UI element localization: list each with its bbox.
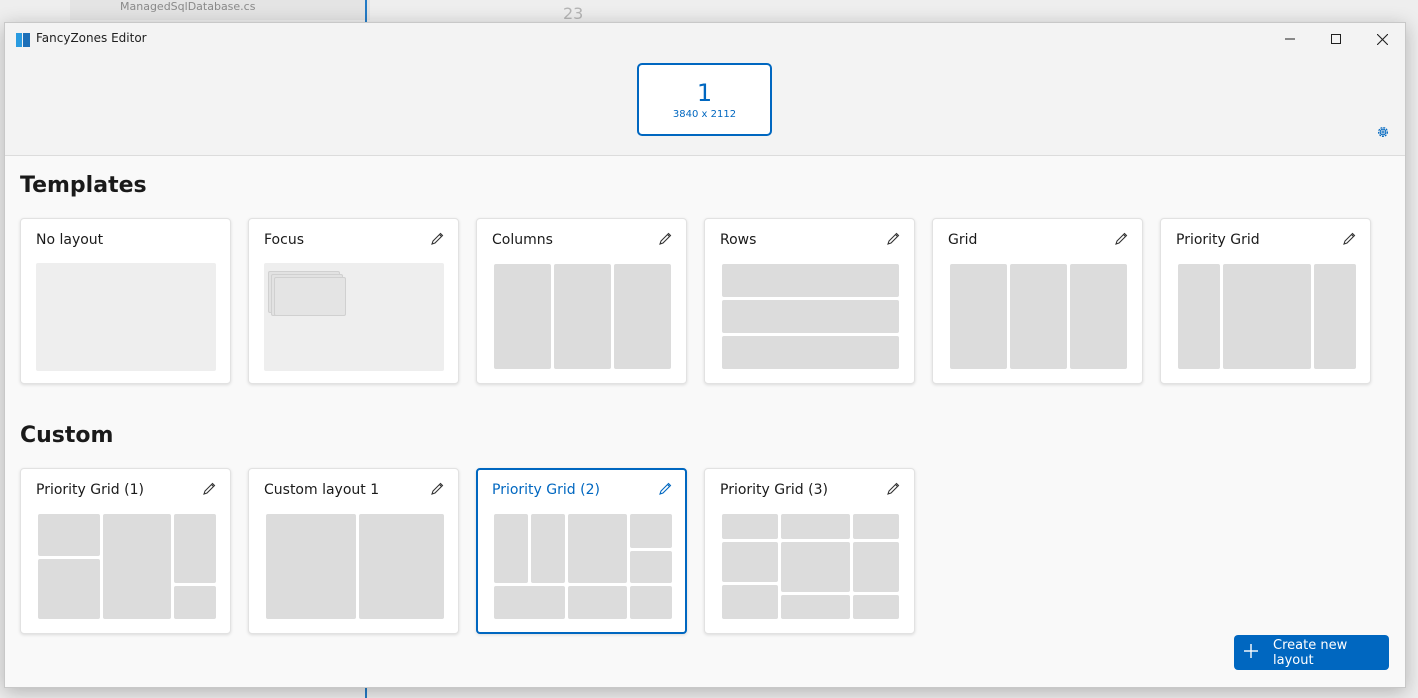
background-file-label: ManagedSqlDatabase.cs [120, 0, 256, 13]
pencil-icon[interactable] [657, 481, 673, 497]
layout-preview [948, 263, 1128, 371]
pencil-icon[interactable] [429, 231, 445, 247]
card-name: Rows [720, 232, 757, 248]
gear-icon[interactable] [1376, 125, 1390, 139]
custom-card-priority-grid-3[interactable]: Priority Grid (3) [704, 468, 915, 634]
template-card-focus[interactable]: Focus [248, 218, 459, 384]
layout-preview [492, 513, 672, 621]
layout-preview [1176, 263, 1356, 371]
fancyzones-icon [16, 33, 30, 47]
layout-preview [492, 263, 672, 371]
template-card-columns[interactable]: Columns [476, 218, 687, 384]
custom-heading: Custom [20, 423, 114, 448]
window-controls [1267, 23, 1405, 55]
layout-preview [720, 263, 900, 371]
template-card-grid[interactable]: Grid [932, 218, 1143, 384]
monitor-selector[interactable]: 1 3840 x 2112 [637, 63, 772, 136]
maximize-icon [1331, 34, 1341, 44]
layout-preview [36, 263, 216, 371]
close-button[interactable] [1359, 23, 1405, 55]
card-name: Grid [948, 232, 978, 248]
create-new-layout-button[interactable]: Create new layout [1234, 635, 1389, 670]
background-line-number: 23 [563, 4, 584, 23]
pencil-icon[interactable] [201, 481, 217, 497]
pencil-icon[interactable] [885, 481, 901, 497]
plus-icon [1243, 642, 1259, 664]
pencil-icon[interactable] [657, 231, 673, 247]
layout-preview [36, 513, 216, 621]
card-name: Columns [492, 232, 553, 248]
maximize-button[interactable] [1313, 23, 1359, 55]
pencil-icon[interactable] [1113, 231, 1129, 247]
card-name: Priority Grid (1) [36, 482, 144, 498]
close-icon [1376, 33, 1388, 45]
fancyzones-window: FancyZones Editor 1 3840 x 2112 Template… [4, 22, 1406, 688]
layout-preview [720, 513, 900, 621]
monitor-resolution: 3840 x 2112 [672, 109, 737, 120]
custom-card-priority-grid-1[interactable]: Priority Grid (1) [20, 468, 231, 634]
template-card-rows[interactable]: Rows [704, 218, 915, 384]
card-name: Custom layout 1 [264, 482, 380, 498]
create-new-layout-label: Create new layout [1273, 637, 1348, 668]
custom-card-custom-layout-1[interactable]: Custom layout 1 [248, 468, 459, 634]
card-name: Priority Grid (3) [720, 482, 828, 498]
layout-preview [264, 263, 444, 371]
card-name: No layout [36, 232, 104, 248]
monitor-number: 1 [696, 79, 713, 107]
template-card-priority-grid[interactable]: Priority Grid [1160, 218, 1371, 384]
card-name: Priority Grid [1176, 232, 1260, 248]
pencil-icon[interactable] [429, 481, 445, 497]
title-bar: FancyZones Editor 1 3840 x 2112 [5, 23, 1405, 156]
pencil-icon[interactable] [885, 231, 901, 247]
card-name: Focus [264, 232, 304, 248]
minimize-icon [1285, 38, 1295, 40]
card-name: Priority Grid (2) [492, 482, 600, 498]
templates-heading: Templates [20, 173, 147, 198]
minimize-button[interactable] [1267, 23, 1313, 55]
template-card-no-layout[interactable]: No layout [20, 218, 231, 384]
layout-preview [264, 513, 444, 621]
custom-card-priority-grid-2[interactable]: Priority Grid (2) [476, 468, 687, 634]
window-title: FancyZones Editor [36, 31, 147, 45]
pencil-icon[interactable] [1341, 231, 1357, 247]
